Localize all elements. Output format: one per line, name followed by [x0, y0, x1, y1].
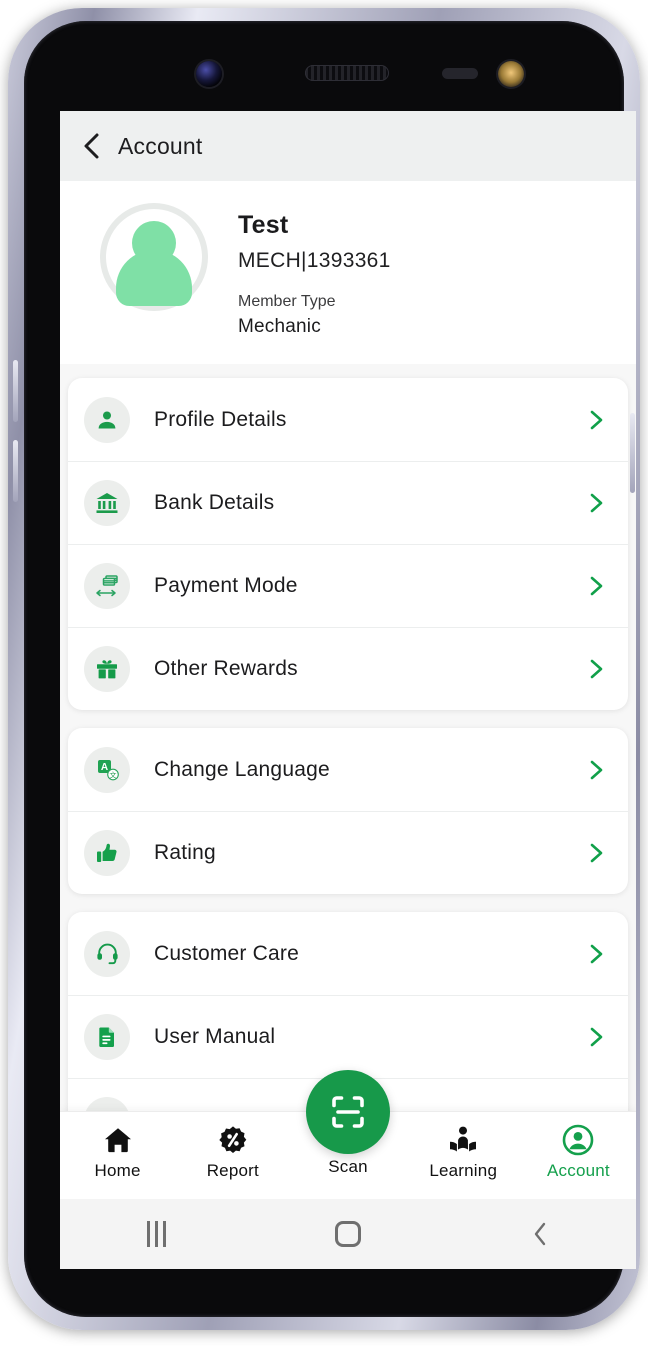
- chevron-right-icon: [590, 576, 603, 595]
- menu-item-customer-care[interactable]: Customer Care: [68, 912, 628, 995]
- nav-label: Scan: [328, 1157, 368, 1176]
- menu-item-label: Payment Mode: [154, 573, 298, 597]
- profile-member-id: MECH|1393361: [238, 249, 391, 272]
- nav-item-home[interactable]: Home: [60, 1112, 175, 1181]
- earpiece-speaker-icon: [305, 65, 389, 81]
- menu-item-payment-mode[interactable]: Payment Mode: [68, 544, 628, 627]
- back-chevron-icon: [534, 1222, 546, 1246]
- home-button[interactable]: [313, 1211, 383, 1257]
- menu-group-1: Profile Details Bank Details Payment Mod…: [68, 378, 628, 710]
- app-header: Account: [60, 111, 636, 181]
- nav-label: Learning: [429, 1161, 498, 1180]
- chevron-right-icon: [590, 760, 603, 779]
- phone-frame: Account Test MECH|1393361 Member Type Me…: [8, 8, 640, 1330]
- bank-icon: [84, 479, 130, 526]
- nav-label: Account: [547, 1161, 610, 1180]
- volume-down-button[interactable]: [13, 440, 18, 502]
- nav-item-report[interactable]: Report: [175, 1112, 290, 1181]
- svg-text:A: A: [100, 762, 107, 773]
- home-square-icon: [335, 1221, 361, 1247]
- ir-blaster-icon: [498, 61, 524, 87]
- profile-info: Test MECH|1393361 Member Type Mechanic: [238, 203, 391, 338]
- profile-section: Test MECH|1393361 Member Type Mechanic: [60, 181, 636, 364]
- settings-list: Profile Details Bank Details Payment Mod…: [60, 364, 636, 1161]
- menu-item-label: Other Rewards: [154, 656, 298, 680]
- page-title: Account: [118, 132, 203, 159]
- nav-label: Home: [94, 1161, 141, 1180]
- chevron-left-icon: [84, 133, 99, 159]
- bottom-navigation: Home Report Scan Learning Account: [60, 1070, 636, 1199]
- recents-button[interactable]: [121, 1211, 191, 1257]
- back-system-button[interactable]: [505, 1211, 575, 1257]
- avatar: [100, 203, 208, 311]
- translate-icon: A 文: [84, 746, 130, 793]
- member-type-value: Mechanic: [238, 316, 321, 337]
- recents-icon: [146, 1221, 166, 1247]
- chevron-right-icon: [590, 493, 603, 512]
- account-circle-icon: [562, 1123, 594, 1157]
- percent-badge-icon: [218, 1123, 248, 1157]
- thumbs-up-icon: [84, 829, 130, 876]
- person-icon: [84, 396, 130, 443]
- menu-item-other-rewards[interactable]: Other Rewards: [68, 627, 628, 710]
- headset-icon: [84, 930, 130, 977]
- back-button[interactable]: [74, 129, 108, 163]
- home-icon: [103, 1123, 133, 1157]
- money-transfer-icon: [84, 562, 130, 609]
- menu-item-label: Change Language: [154, 757, 330, 781]
- member-type-label: Member Type: [238, 293, 336, 310]
- nav-item-scan[interactable]: Scan: [290, 1070, 405, 1177]
- android-system-bar: [60, 1199, 636, 1269]
- menu-item-label: Rating: [154, 840, 216, 864]
- menu-item-label: Profile Details: [154, 407, 287, 431]
- front-camera-icon: [196, 61, 222, 87]
- nav-item-learning[interactable]: Learning: [406, 1112, 521, 1181]
- chevron-right-icon: [590, 843, 603, 862]
- person-reading-icon: [448, 1123, 478, 1157]
- volume-up-button[interactable]: [13, 360, 18, 422]
- menu-item-user-manual[interactable]: User Manual: [68, 995, 628, 1078]
- menu-item-profile-details[interactable]: Profile Details: [68, 378, 628, 461]
- gift-icon: [84, 645, 130, 692]
- power-button[interactable]: [630, 413, 635, 493]
- chevron-right-icon: [590, 944, 603, 963]
- menu-item-label: User Manual: [154, 1024, 276, 1048]
- phone-body: Account Test MECH|1393361 Member Type Me…: [24, 21, 636, 1317]
- chevron-right-icon: [590, 410, 603, 429]
- menu-item-bank-details[interactable]: Bank Details: [68, 461, 628, 544]
- chevron-right-icon: [590, 659, 603, 678]
- document-icon: [84, 1013, 130, 1060]
- menu-item-rating[interactable]: Rating: [68, 811, 628, 894]
- menu-item-label: Bank Details: [154, 490, 275, 514]
- chevron-right-icon: [590, 1027, 603, 1046]
- menu-group-2: A 文 Change Language Rating: [68, 728, 628, 894]
- nav-label: Report: [206, 1161, 259, 1180]
- scan-fab-button[interactable]: [306, 1070, 390, 1154]
- menu-item-change-language[interactable]: A 文 Change Language: [68, 728, 628, 811]
- menu-item-label: Customer Care: [154, 941, 299, 965]
- proximity-sensor-icon: [442, 68, 478, 79]
- svg-text:文: 文: [109, 771, 116, 780]
- phone-screen: Account Test MECH|1393361 Member Type Me…: [60, 111, 636, 1269]
- profile-name: Test: [238, 211, 289, 239]
- avatar-body: [116, 250, 192, 306]
- nav-item-account[interactable]: Account: [521, 1112, 636, 1181]
